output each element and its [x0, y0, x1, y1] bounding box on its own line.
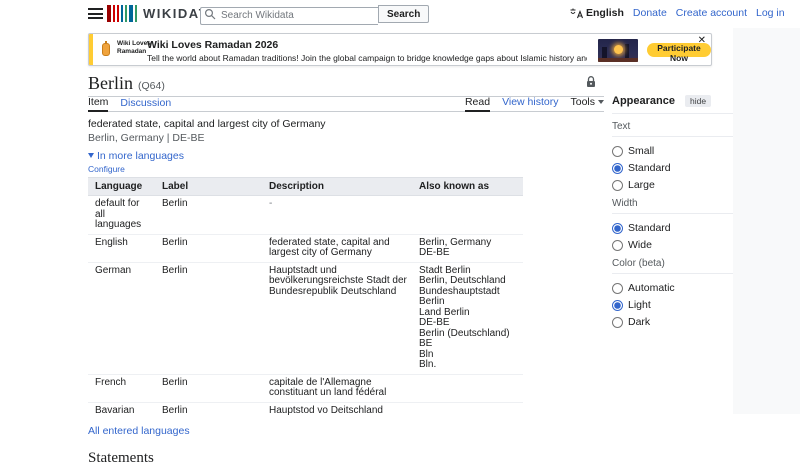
- article-tabs: Item Discussion Read View history Tools: [88, 97, 604, 112]
- cell-label[interactable]: Berlin: [156, 234, 263, 262]
- main-content: Berlin (Q64) Item Discussion Read View hi…: [88, 70, 604, 467]
- color-options: Automatic Light Dark: [612, 274, 733, 328]
- radio-color-automatic[interactable]: [612, 283, 623, 294]
- in-more-languages-toggle[interactable]: In more languages: [88, 150, 604, 162]
- cell-also-known-as[interactable]: [413, 402, 523, 419]
- entity-id: (Q64): [138, 80, 165, 92]
- page-title-row: Berlin (Q64): [88, 70, 604, 97]
- appearance-panel: Appearance hide Text Small Standard Larg…: [612, 95, 733, 328]
- radio-option-text-standard[interactable]: Standard: [612, 162, 733, 174]
- radio-color-dark[interactable]: [612, 317, 623, 328]
- collapse-triangle-icon: [88, 153, 94, 158]
- cell-description[interactable]: Hauptstadt und bevölkerungsreichste Stad…: [263, 262, 413, 374]
- all-entered-languages-link[interactable]: All entered languages: [88, 425, 604, 437]
- tab-view-history[interactable]: View history: [502, 96, 558, 111]
- page-title: Berlin: [88, 73, 133, 93]
- column-header-description: Description: [263, 178, 413, 196]
- appearance-section-color-label: Color (beta): [612, 258, 733, 274]
- cell-also-known-as[interactable]: [413, 374, 523, 402]
- column-header-also-known-as: Also known as: [413, 178, 523, 196]
- campaign-banner: Wiki Loves Ramadan Wiki Loves Ramadan 20…: [88, 33, 712, 66]
- cell-label[interactable]: Berlin: [156, 262, 263, 374]
- table-row: German Berlin Hauptstadt und bevölkerung…: [88, 262, 523, 374]
- create-account-link[interactable]: Create account: [676, 7, 747, 19]
- cell-language: English: [88, 234, 156, 262]
- cell-label[interactable]: Berlin: [156, 374, 263, 402]
- lock-icon: [586, 76, 596, 88]
- cell-description[interactable]: Hauptstod vo Deitschland: [263, 402, 413, 419]
- table-row: Bavarian Berlin Hauptstod vo Deitschland: [88, 402, 523, 419]
- radio-option-color-dark[interactable]: Dark: [612, 316, 733, 328]
- tab-discussion[interactable]: Discussion: [120, 97, 171, 111]
- search-icon: [204, 8, 216, 20]
- page-background-strip: [733, 0, 800, 414]
- hamburger-menu-icon[interactable]: [88, 8, 103, 19]
- top-header: WIKIDATA Search English Donate Create ac…: [0, 0, 800, 28]
- entity-description: federated state, capital and largest cit…: [88, 118, 604, 130]
- table-row: English Berlin federated state, capital …: [88, 234, 523, 262]
- tab-read[interactable]: Read: [465, 96, 490, 112]
- radio-width-wide[interactable]: [612, 240, 623, 251]
- donate-link[interactable]: Donate: [633, 7, 667, 19]
- table-row: default for all languages Berlin -: [88, 196, 523, 235]
- table-row: French Berlin capitale de l'Allemagne co…: [88, 374, 523, 402]
- banner-text-block: Wiki Loves Ramadan 2026 Tell the world a…: [147, 39, 587, 63]
- radio-option-color-light[interactable]: Light: [612, 299, 733, 311]
- tab-tools[interactable]: Tools: [570, 96, 604, 111]
- cell-language: Bavarian: [88, 402, 156, 419]
- cell-label[interactable]: Berlin: [156, 196, 263, 235]
- lantern-icon: [102, 43, 110, 56]
- cell-language: French: [88, 374, 156, 402]
- language-icon: [570, 8, 583, 19]
- hide-appearance-button[interactable]: hide: [685, 95, 711, 107]
- header-user-links: English Donate Create account Log in: [570, 7, 785, 19]
- cell-also-known-as[interactable]: Berlin, Germany DE-BE: [413, 234, 523, 262]
- banner-thumbnail-image: [598, 39, 638, 62]
- radio-option-text-small[interactable]: Small: [612, 145, 733, 157]
- statements-heading: Statements: [88, 450, 604, 467]
- radio-text-small[interactable]: [612, 146, 623, 157]
- table-header-row: Language Label Description Also known as: [88, 178, 523, 196]
- wikidata-logo-bars-icon: [107, 5, 137, 22]
- width-options: Standard Wide: [612, 214, 733, 251]
- search-button[interactable]: Search: [378, 5, 429, 23]
- chevron-down-icon: [598, 100, 604, 104]
- languages-table: Language Label Description Also known as…: [88, 177, 523, 419]
- log-in-link[interactable]: Log in: [756, 7, 785, 19]
- search-input[interactable]: [200, 7, 378, 25]
- banner-title: Wiki Loves Ramadan 2026: [147, 39, 587, 51]
- tab-item[interactable]: Item: [88, 96, 108, 112]
- appearance-header: Appearance hide: [612, 95, 733, 114]
- cell-description[interactable]: federated state, capital and largest cit…: [263, 234, 413, 262]
- cell-also-known-as[interactable]: Stadt Berlin Berlin, Deutschland Bundesh…: [413, 262, 523, 374]
- radio-option-text-large[interactable]: Large: [612, 179, 733, 191]
- radio-option-color-automatic[interactable]: Automatic: [612, 282, 733, 294]
- column-header-label: Label: [156, 178, 263, 196]
- cell-description[interactable]: -: [263, 196, 413, 235]
- radio-option-width-wide[interactable]: Wide: [612, 239, 733, 251]
- configure-link[interactable]: Configure: [88, 164, 604, 174]
- radio-text-standard[interactable]: [612, 163, 623, 174]
- cell-description[interactable]: capitale de l'Allemagne constituant un l…: [263, 374, 413, 402]
- cell-label[interactable]: Berlin: [156, 402, 263, 419]
- appearance-title: Appearance: [612, 95, 675, 107]
- radio-width-standard[interactable]: [612, 223, 623, 234]
- cell-language: default for all languages: [88, 196, 156, 235]
- radio-text-large[interactable]: [612, 180, 623, 191]
- appearance-section-width-label: Width: [612, 198, 733, 214]
- banner-subtitle: Tell the world about Ramadan traditions!…: [147, 53, 587, 63]
- radio-option-width-standard[interactable]: Standard: [612, 222, 733, 234]
- column-header-language: Language: [88, 178, 156, 196]
- radio-color-light[interactable]: [612, 300, 623, 311]
- appearance-section-text-label: Text: [612, 121, 733, 137]
- close-icon[interactable]: ✕: [698, 36, 706, 46]
- wikidata-page: WIKIDATA Search English Donate Create ac…: [0, 0, 800, 414]
- search-bar: Search: [200, 5, 429, 23]
- cell-also-known-as[interactable]: [413, 196, 523, 235]
- cell-language: German: [88, 262, 156, 374]
- language-selector[interactable]: English: [570, 7, 624, 19]
- banner-accent-stripe: [89, 34, 93, 65]
- entity-aliases: Berlin, Germany | DE-BE: [88, 132, 604, 144]
- text-size-options: Small Standard Large: [612, 137, 733, 191]
